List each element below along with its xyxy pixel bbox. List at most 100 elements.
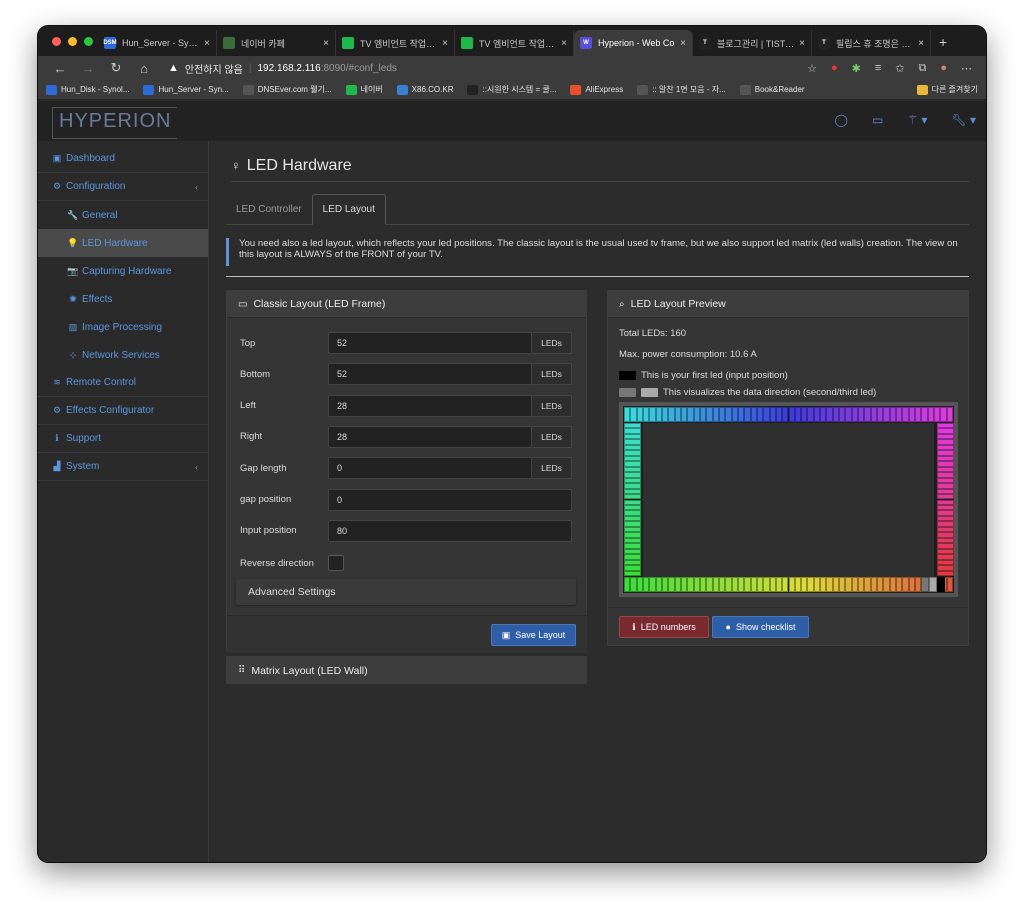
sidebar-item-led-hardware[interactable]: 💡 LED Hardware — [38, 229, 208, 257]
bookmark-item[interactable]: DNSEver.com 뭴기... — [242, 84, 332, 95]
wand-icon[interactable]: ⚚ ▾ — [907, 113, 927, 127]
browser-tab[interactable]: DSM Hun_Server - Synol × — [98, 30, 217, 56]
tab-title: Hyperion - Web Co — [598, 38, 675, 48]
instance-icon[interactable]: ◯ — [835, 113, 848, 127]
close-tab-icon[interactable]: × — [204, 38, 210, 49]
sidebar-item-remote-control[interactable]: ≋ Remote Control — [38, 369, 208, 397]
tab-led-controller[interactable]: LED Controller — [226, 194, 312, 224]
sidebar-item-icon: ≋ — [53, 377, 61, 387]
close-tab-icon[interactable]: × — [799, 38, 805, 49]
close-tab-icon[interactable]: × — [918, 38, 924, 49]
led-numbers-button[interactable]: ℹ LED numbers — [619, 616, 709, 638]
show-checklist-label: Show checklist — [735, 622, 796, 632]
field-input[interactable]: 52 — [328, 363, 532, 386]
favorites-icon[interactable]: ✩ — [895, 62, 904, 75]
minimize-window-button[interactable] — [68, 37, 77, 46]
hyperion-page: HYPERION ◯ ▭ ⚚ ▾ 🔧︎ ▾ ▣ Dashboard ⚙ Configu… — [38, 101, 986, 862]
sidebar-item-dashboard[interactable]: ▣ Dashboard — [38, 145, 208, 173]
url-field[interactable]: ▲ 안전하지 않음 | 192.168.2.116:8090/#conf_led… — [158, 61, 807, 76]
matrix-layout-title: Matrix Layout (LED Wall) — [251, 664, 368, 677]
forward-icon[interactable]: → — [74, 61, 102, 76]
sidebar-item-capturing-hardware[interactable]: 📷 Capturing Hardware — [38, 257, 208, 285]
sidebar-item-effects-configurator[interactable]: ⚙ Effects Configurator — [38, 397, 208, 425]
wrench-icon[interactable]: 🔧︎ ▾ — [951, 113, 976, 127]
advanced-settings-toggle[interactable]: Advanced Settings — [236, 579, 576, 605]
sidebar-item-icon: 🔧 — [67, 209, 79, 220]
bookmark-item[interactable]: Book&Reader — [739, 84, 805, 95]
field-row: Input position 80 — [240, 519, 573, 542]
reader-icon[interactable]: ≡ — [875, 62, 881, 75]
sidebar-item-configuration[interactable]: ⚙ Configuration ‹ — [38, 173, 208, 201]
classic-layout-header: ▭ Classic Layout (LED Frame) — [227, 291, 586, 318]
matrix-layout-header[interactable]: ⠿ Matrix Layout (LED Wall) — [227, 657, 586, 684]
browser-tab[interactable]: T 필립스 휴 조명은 가리 × — [812, 30, 931, 56]
field-input[interactable]: 0 — [328, 457, 532, 480]
field-input[interactable]: 28 — [328, 425, 532, 448]
field-input[interactable]: 52 — [328, 332, 532, 354]
field-row: Left 28 LEDs — [240, 394, 573, 417]
led-cell — [946, 407, 953, 422]
back-icon[interactable]: ← — [46, 61, 74, 76]
sidebar-item-support[interactable]: ℹ Support — [38, 425, 208, 453]
first-led-legend: This is your first led (input position) — [619, 370, 788, 381]
matrix-layout-panel[interactable]: ⠿ Matrix Layout (LED Wall) — [226, 656, 587, 684]
field-input[interactable]: 0 — [328, 488, 572, 511]
save-layout-button[interactable]: ▣ Save Layout — [491, 624, 576, 646]
bookmark-label: AliExpress — [585, 84, 624, 94]
reverse-direction-checkbox[interactable] — [328, 555, 344, 571]
sidebar-item-label: Dashboard — [66, 153, 115, 164]
close-tab-icon[interactable]: × — [680, 38, 686, 49]
bookmark-item[interactable]: ::시원한 시스템 = 쿨... — [467, 84, 556, 95]
favorite-star-icon[interactable]: ☆ — [807, 62, 817, 75]
close-window-button[interactable] — [52, 37, 61, 46]
bookmark-item[interactable]: AliExpress — [570, 84, 624, 95]
bookmark-label: 네이버 — [360, 85, 383, 94]
bookmark-item[interactable]: Hun_Disk - Synol... — [46, 84, 129, 95]
browser-tab[interactable]: 네이버 카페 × — [217, 30, 336, 56]
extension-icon[interactable]: ● — [831, 62, 838, 75]
field-input[interactable]: 80 — [328, 519, 572, 542]
bookmark-item[interactable]: 네이버 — [345, 84, 383, 95]
field-label: Gap length — [240, 462, 287, 474]
sidebar-item-label: System — [66, 461, 100, 472]
sidebar-item-general[interactable]: 🔧 General — [38, 201, 208, 229]
maximize-window-button[interactable] — [84, 37, 93, 46]
led-cell — [946, 577, 953, 592]
hyperion-logo[interactable]: HYPERION — [52, 107, 178, 139]
bookmark-item[interactable]: X86.CO.KR — [396, 84, 453, 95]
more-icon[interactable]: ⋯ — [961, 62, 972, 75]
sidebar-item-effects[interactable]: ✺ Effects — [38, 285, 208, 313]
bookmark-item[interactable]: :: 알찬 1면 모음 - 자... — [637, 84, 726, 95]
show-checklist-button[interactable]: ● Show checklist — [712, 616, 809, 638]
browser-tab[interactable]: W Hyperion - Web Co × — [574, 30, 693, 56]
top-navbar: HYPERION ◯ ▭ ⚚ ▾ 🔧︎ ▾ — [38, 101, 986, 141]
floppy-icon: ▣ — [501, 629, 511, 640]
third-led-swatch — [641, 388, 658, 397]
profile-avatar[interactable]: ● — [940, 62, 947, 75]
grid-icon: ⠿ — [238, 665, 246, 676]
other-bookmarks[interactable]: 다른 즐겨찾기 — [916, 84, 978, 95]
reload-icon[interactable]: ↻ — [102, 60, 130, 76]
puzzle-icon[interactable]: ✱ — [852, 62, 861, 75]
sidebar-item-system[interactable]: ▟ System ‹ — [38, 453, 208, 481]
bookmark-item[interactable]: Hun_Server - Syn... — [143, 84, 229, 95]
browser-tab[interactable]: TV 엠비언트 작업기 1(× — [455, 30, 574, 56]
collections-icon[interactable]: ⧉ — [918, 62, 926, 75]
home-icon[interactable]: ⌂ — [130, 61, 158, 76]
browser-tab[interactable]: T 블로그관리 | TISTOR × — [693, 30, 812, 56]
close-tab-icon[interactable]: × — [561, 38, 567, 49]
sidebar-item-label: LED Hardware — [82, 237, 148, 249]
close-tab-icon[interactable]: × — [442, 38, 448, 49]
monitor-icon[interactable]: ▭ — [872, 113, 883, 127]
page-title: ♀ LED Hardware — [231, 157, 352, 175]
info-circle-icon: ● — [725, 622, 731, 632]
field-input[interactable]: 28 — [328, 394, 532, 417]
sidebar-item-image-processing[interactable]: ▨ Image Processing — [38, 313, 208, 341]
led-preview-title: LED Layout Preview — [630, 298, 726, 310]
new-tab-button[interactable]: + — [931, 34, 947, 56]
tab-led-layout[interactable]: LED Layout — [311, 194, 386, 225]
sidebar-item-network-services[interactable]: ⊹ Network Services — [38, 341, 208, 369]
browser-tab[interactable]: TV 엠비언트 작업기 1(× — [336, 30, 455, 56]
close-tab-icon[interactable]: × — [323, 38, 329, 49]
sidebar-item-icon: ⚙ — [52, 405, 62, 415]
